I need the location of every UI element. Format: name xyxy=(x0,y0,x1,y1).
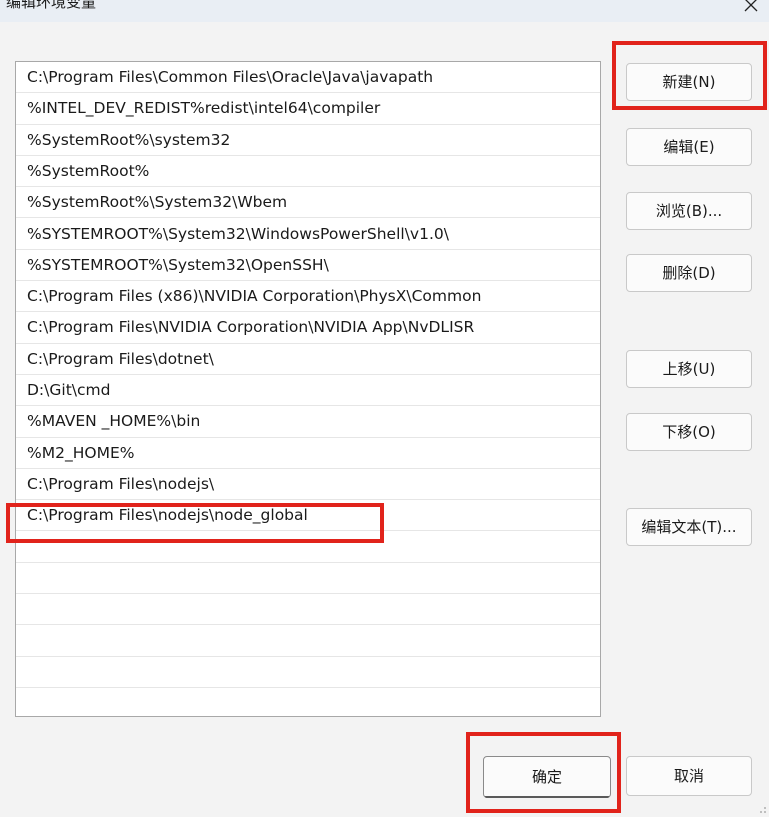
path-list[interactable]: C:\Program Files\Common Files\Oracle\Jav… xyxy=(15,61,601,717)
path-list-item[interactable]: %M2_HOME% xyxy=(16,438,600,469)
path-list-item[interactable] xyxy=(16,594,600,626)
move-up-button[interactable]: 上移(U) xyxy=(626,350,752,388)
move-down-button[interactable]: 下移(O) xyxy=(626,413,752,451)
cancel-button[interactable]: 取消 xyxy=(626,756,752,796)
path-list-item[interactable]: C:\Program Files\NVIDIA Corporation\NVID… xyxy=(16,312,600,344)
delete-button[interactable]: 删除(D) xyxy=(626,254,752,292)
window-title: 编辑环境变量 xyxy=(6,0,97,11)
path-list-item[interactable]: D:\Git\cmd xyxy=(16,375,600,407)
path-list-item[interactable]: %SYSTEMROOT%\System32\WindowsPowerShell\… xyxy=(16,219,600,250)
path-list-item[interactable]: %SystemRoot% xyxy=(16,156,600,188)
path-list-item[interactable]: C:\Program Files\dotnet\ xyxy=(16,344,600,375)
path-list-item[interactable]: C:\Program Files\nodejs\node_global xyxy=(16,500,600,532)
close-icon xyxy=(744,0,758,12)
path-list-item[interactable] xyxy=(16,563,600,595)
path-list-item[interactable]: C:\Program Files\Common Files\Oracle\Jav… xyxy=(16,62,600,94)
ok-button[interactable]: 确定 xyxy=(483,756,611,798)
browse-button[interactable]: 浏览(B)... xyxy=(626,192,752,230)
path-list-item[interactable]: C:\Program Files (x86)\NVIDIA Corporatio… xyxy=(16,281,600,313)
edit-button[interactable]: 编辑(E) xyxy=(626,128,752,166)
edit-text-button[interactable]: 编辑文本(T)... xyxy=(626,508,752,546)
path-list-item[interactable] xyxy=(16,657,600,688)
close-button[interactable] xyxy=(736,0,766,20)
path-list-item[interactable] xyxy=(16,532,600,563)
path-list-item[interactable]: C:\Program Files\nodejs\ xyxy=(16,469,600,501)
resize-grip-icon[interactable] xyxy=(759,806,767,814)
path-list-item[interactable]: %MAVEN _HOME%\bin xyxy=(16,406,600,438)
path-list-item[interactable]: %SystemRoot%\System32\Wbem xyxy=(16,187,600,219)
path-list-item[interactable]: %INTEL_DEV_REDIST%redist\intel64\compile… xyxy=(16,93,600,125)
path-list-item[interactable]: %SystemRoot%\system32 xyxy=(16,125,600,156)
title-bar: 编辑环境变量 xyxy=(0,0,769,22)
path-list-item[interactable] xyxy=(16,688,600,716)
path-list-item[interactable] xyxy=(16,625,600,657)
path-list-item[interactable]: %SYSTEMROOT%\System32\OpenSSH\ xyxy=(16,250,600,282)
new-button[interactable]: 新建(N) xyxy=(626,63,752,101)
